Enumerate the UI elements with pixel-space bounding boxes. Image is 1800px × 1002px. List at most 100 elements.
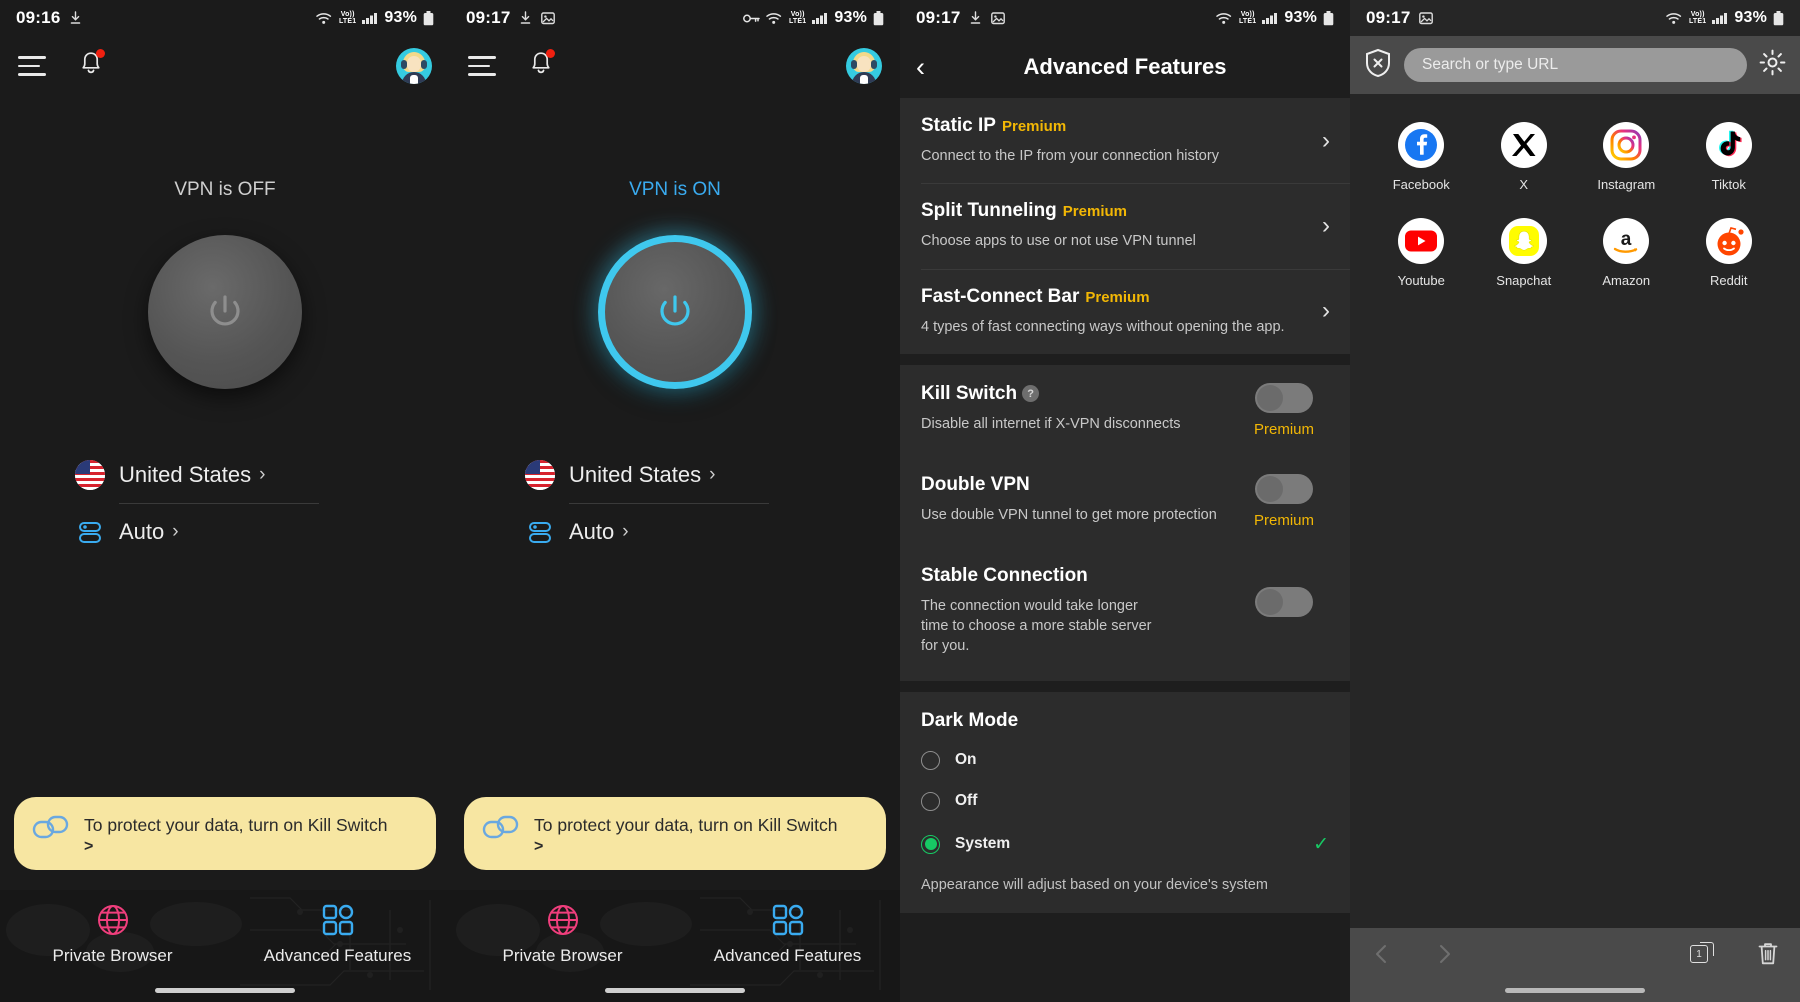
toggle-title: Stable Connection bbox=[921, 564, 1088, 586]
feature-row-fast-connect-bar[interactable]: Fast-Connect Bar Premium 4 types of fast … bbox=[900, 268, 1350, 354]
shortcut-amazon[interactable]: a Amazon bbox=[1575, 218, 1678, 288]
gear-icon[interactable] bbox=[1759, 49, 1786, 81]
download-icon bbox=[69, 11, 82, 25]
youtube-icon bbox=[1398, 218, 1445, 264]
image-icon bbox=[991, 11, 1006, 25]
notification-dot bbox=[96, 49, 105, 58]
avatar[interactable] bbox=[396, 48, 432, 84]
feature-subtitle: Connect to the IP from your connection h… bbox=[921, 148, 1219, 164]
download-icon bbox=[969, 11, 982, 25]
location-name: United States bbox=[119, 462, 252, 487]
stable-connection-toggle[interactable] bbox=[1255, 586, 1313, 617]
shortcut-instagram[interactable]: Instagram bbox=[1575, 122, 1678, 192]
x-icon bbox=[1500, 122, 1547, 168]
shortcut-reddit[interactable]: Reddit bbox=[1678, 218, 1781, 288]
reddit-icon bbox=[1705, 218, 1752, 264]
dark-mode-option-system[interactable]: System ✓ bbox=[900, 822, 1350, 867]
battery-percent: 93% bbox=[1734, 9, 1767, 26]
connection-settings: United States › Auto › bbox=[75, 447, 375, 560]
shortcut-label: Amazon bbox=[1602, 273, 1651, 288]
kill-switch-banner[interactable]: To protect your data, turn on Kill Switc… bbox=[464, 796, 886, 870]
protocol-row[interactable]: Auto › bbox=[75, 504, 375, 560]
hamburger-icon[interactable] bbox=[18, 56, 46, 76]
hamburger-icon[interactable] bbox=[468, 56, 496, 76]
shortcut-x[interactable]: X bbox=[1473, 122, 1576, 192]
shortcut-snapchat[interactable]: Snapchat bbox=[1473, 218, 1576, 288]
battery-percent: 93% bbox=[834, 9, 867, 26]
kill-switch-banner[interactable]: To protect your data, turn on Kill Switc… bbox=[14, 796, 436, 870]
protocol-icon bbox=[529, 522, 551, 543]
trash-icon[interactable] bbox=[1756, 941, 1780, 967]
battery-percent: 93% bbox=[384, 9, 417, 26]
status-bar: 09:17 Vo)) LTE1 93% bbox=[450, 0, 900, 36]
dark-mode-footnote: Appearance will adjust based on your dev… bbox=[921, 876, 1268, 893]
chevron-right-icon[interactable] bbox=[1432, 942, 1456, 966]
battery-icon bbox=[423, 10, 434, 26]
shortcut-youtube[interactable]: Youtube bbox=[1370, 218, 1473, 288]
advanced-features-button[interactable]: Advanced Features bbox=[225, 890, 450, 978]
location-row[interactable]: United States › bbox=[75, 447, 375, 503]
bell-icon[interactable] bbox=[78, 49, 105, 82]
private-browser-button[interactable]: Private Browser bbox=[450, 890, 675, 978]
chevron-left-icon[interactable] bbox=[1370, 942, 1394, 966]
advanced-features-button[interactable]: Advanced Features bbox=[675, 890, 900, 978]
image-icon bbox=[1419, 11, 1434, 25]
bottom-bar: Private Browser Advanced Features bbox=[0, 890, 450, 1002]
vpn-power-button[interactable] bbox=[598, 235, 752, 389]
toggle-row-stable-connection: Stable Connection The connection would t… bbox=[900, 547, 1350, 681]
protocol-row[interactable]: Auto › bbox=[525, 504, 825, 560]
notification-dot bbox=[546, 49, 555, 58]
wifi-icon bbox=[1666, 12, 1683, 25]
check-icon: ✓ bbox=[1313, 833, 1329, 855]
globe-icon bbox=[97, 904, 128, 935]
vpn-power-button[interactable] bbox=[148, 235, 302, 389]
private-browser-button[interactable]: Private Browser bbox=[0, 890, 225, 978]
shield-close-icon[interactable] bbox=[1364, 48, 1392, 83]
feature-row-split-tunneling[interactable]: Split Tunneling Premium Choose apps to us… bbox=[900, 183, 1350, 268]
toggle-subtitle: Disable all internet if X-VPN disconnect… bbox=[921, 415, 1181, 432]
shortcut-facebook[interactable]: Facebook bbox=[1370, 122, 1473, 192]
avatar[interactable] bbox=[846, 48, 882, 84]
shortcut-label: Snapchat bbox=[1496, 273, 1552, 288]
banner-arrow: > bbox=[84, 838, 94, 855]
option-label: Off bbox=[955, 792, 978, 810]
tabs-icon[interactable]: 1 bbox=[1690, 942, 1714, 966]
search-input[interactable]: Search or type URL bbox=[1404, 48, 1747, 82]
grid-icon bbox=[772, 904, 803, 935]
radio-icon-selected bbox=[921, 834, 940, 854]
battery-icon bbox=[1773, 10, 1784, 26]
toggle-subtitle: Use double VPN tunnel to get more protec… bbox=[921, 506, 1217, 523]
chevron-left-icon[interactable]: ‹ bbox=[916, 53, 925, 81]
signal-icon bbox=[362, 12, 378, 24]
link-icon bbox=[482, 815, 519, 838]
wifi-icon bbox=[316, 12, 333, 25]
bottom-bar: Private Browser Advanced Features bbox=[450, 890, 900, 1002]
chevron-right-icon: › bbox=[1322, 211, 1330, 239]
help-icon[interactable]: ? bbox=[1022, 385, 1040, 403]
dark-mode-option-off[interactable]: Off bbox=[900, 781, 1350, 822]
page-title: Advanced Features bbox=[1023, 54, 1227, 79]
amazon-icon: a bbox=[1603, 218, 1650, 264]
kill-switch-toggle[interactable] bbox=[1255, 382, 1313, 413]
globe-icon bbox=[547, 904, 578, 935]
home-indicator bbox=[155, 988, 295, 993]
tab-count: 1 bbox=[1690, 945, 1708, 963]
feature-title: Static IP bbox=[921, 115, 996, 136]
panel-vpn-off: 09:16 Vo)) LTE1 93% VPN is OFF United St… bbox=[0, 0, 450, 1002]
double-vpn-toggle[interactable] bbox=[1255, 473, 1313, 504]
image-icon bbox=[541, 11, 556, 25]
feature-title: Split Tunneling bbox=[921, 200, 1057, 222]
bell-icon[interactable] bbox=[528, 49, 555, 82]
toggle-title: Double VPN bbox=[921, 473, 1030, 495]
shortcut-tiktok[interactable]: Tiktok bbox=[1678, 122, 1781, 192]
status-bar: 09:16 Vo)) LTE1 93% bbox=[0, 0, 450, 36]
feature-subtitle: 4 types of fast connecting ways without … bbox=[921, 318, 1285, 335]
dark-mode-option-on[interactable]: On bbox=[900, 740, 1350, 781]
location-name: United States bbox=[569, 462, 702, 487]
signal-icon bbox=[812, 12, 828, 24]
feature-row-static-ip[interactable]: Static IP Premium Connect to the IP from … bbox=[900, 98, 1350, 183]
radio-icon bbox=[921, 791, 940, 811]
signal-icon bbox=[1262, 12, 1278, 24]
home-indicator bbox=[1505, 988, 1645, 993]
location-row[interactable]: United States › bbox=[525, 447, 825, 503]
